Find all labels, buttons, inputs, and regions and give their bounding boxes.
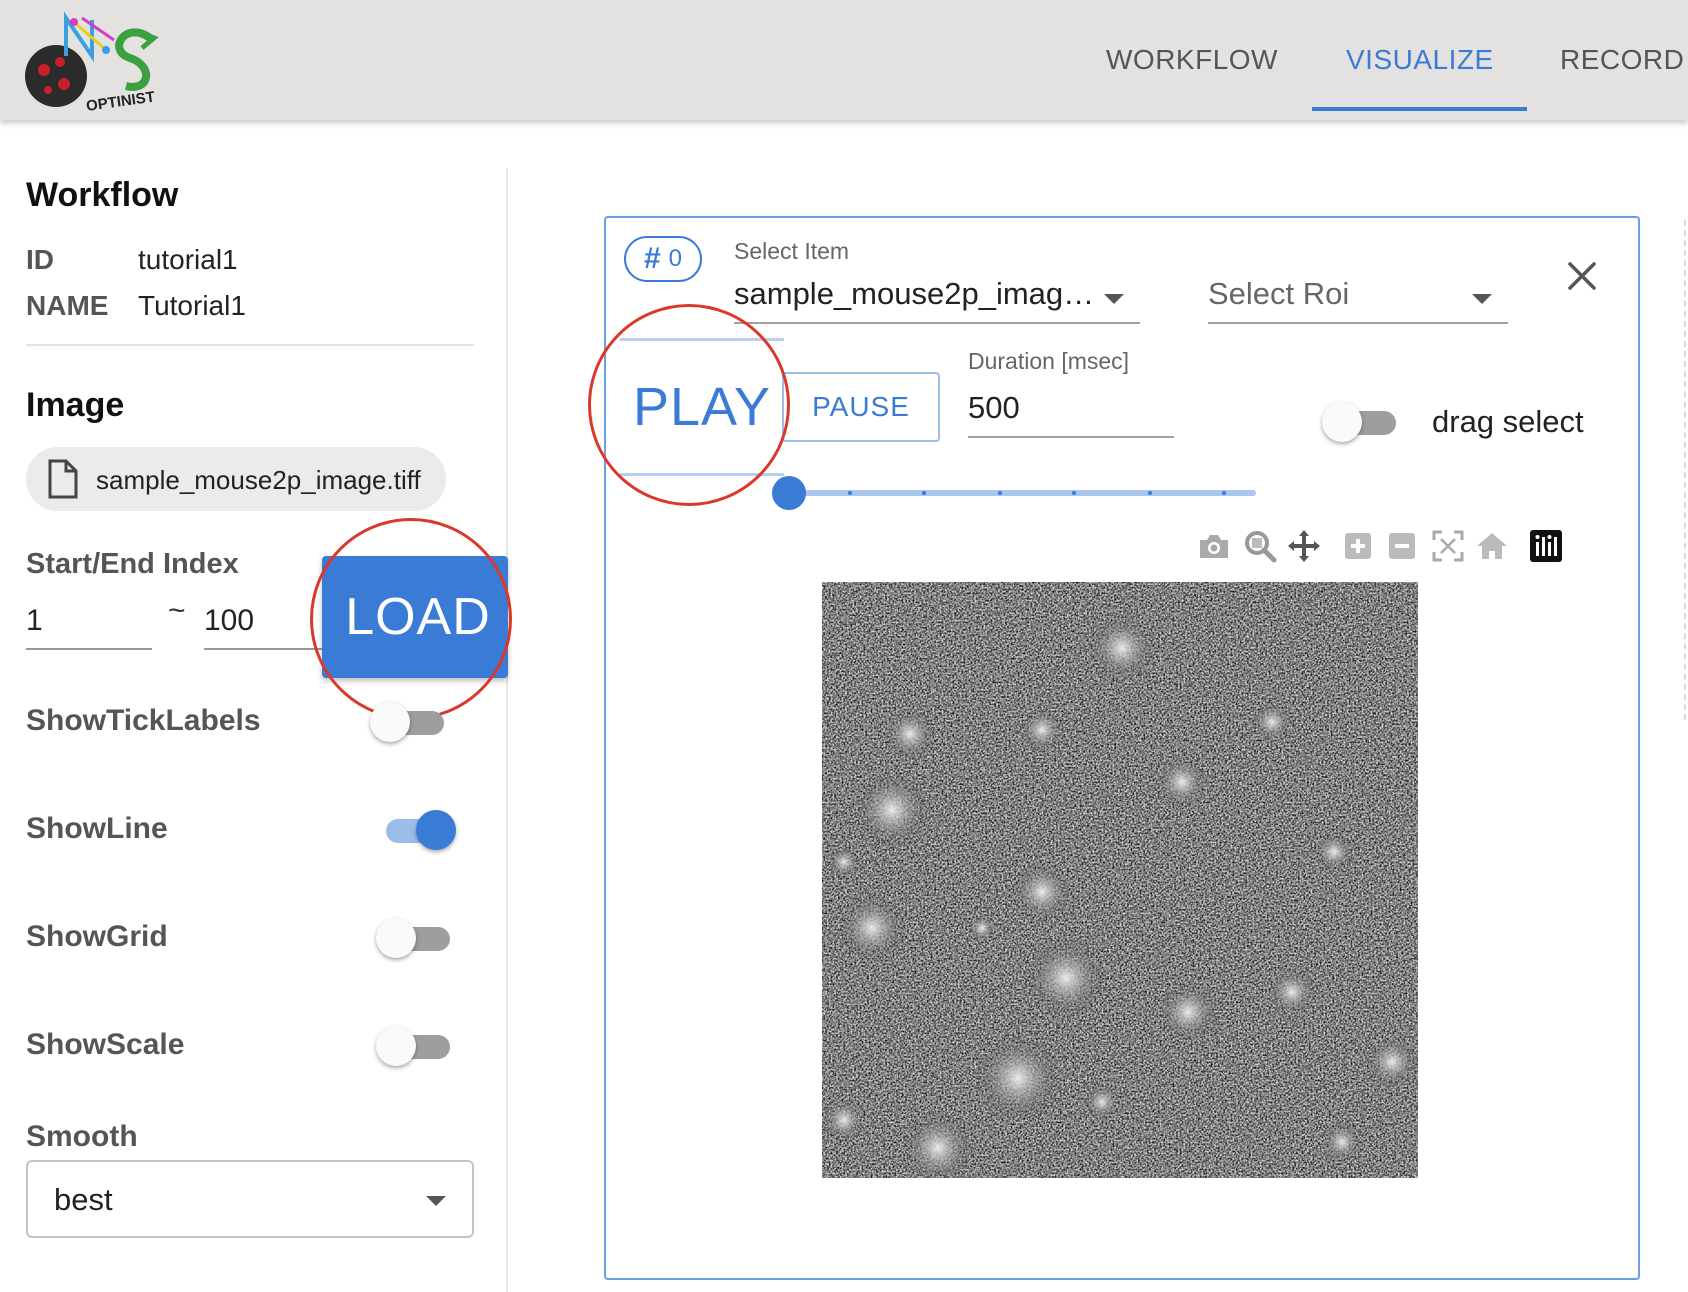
pause-button[interactable]: PAUSE [782, 372, 940, 442]
image-plot[interactable] [822, 582, 1418, 1178]
workflow-id-value: tutorial1 [138, 244, 238, 275]
workflow-id-key: ID [26, 244, 54, 275]
smooth-label: Smooth [26, 1120, 138, 1153]
item-number: 0 [668, 245, 683, 272]
toggle-showscale[interactable] [376, 1024, 456, 1068]
play-button[interactable]: PLAY [620, 338, 784, 476]
tab-workflow[interactable]: WORKFLOW [1106, 44, 1278, 76]
file-icon [44, 459, 80, 499]
tab-record[interactable]: RECORD [1560, 44, 1684, 76]
zoom-icon[interactable] [1242, 528, 1278, 564]
chevron-down-icon [1472, 294, 1492, 304]
scroll-edge-indicator [1684, 220, 1686, 720]
start-index-input[interactable]: 1 [26, 598, 152, 650]
toggle-showticklabels[interactable] [370, 700, 450, 744]
smooth-select[interactable]: best [26, 1160, 474, 1238]
option-label-showticklabels: ShowTickLabels [26, 704, 261, 737]
section-divider [26, 344, 474, 346]
select-item-dropdown[interactable]: sample_mouse2p_imag… [734, 266, 1140, 324]
slider-mark [1222, 491, 1226, 495]
option-label-showgrid: ShowGrid [26, 920, 168, 953]
autoscale-icon[interactable] [1430, 528, 1466, 564]
slider-mark [848, 491, 852, 495]
workflow-name-value: Tutorial1 [138, 290, 246, 321]
close-icon[interactable] [1566, 260, 1598, 292]
image-section-title: Image [26, 386, 125, 424]
slider-mark [998, 491, 1002, 495]
pan-icon[interactable] [1286, 528, 1322, 564]
toggle-showline[interactable] [376, 808, 456, 852]
camera-icon[interactable] [1196, 528, 1232, 564]
plotly-logo-icon[interactable] [1528, 528, 1564, 564]
slider-rail [772, 490, 1256, 496]
chevron-down-icon [426, 1196, 446, 1206]
select-roi-dropdown[interactable]: Select Roi [1208, 266, 1508, 324]
workflow-section-title: Workflow [26, 176, 179, 214]
hash-icon: # [643, 242, 661, 275]
reset-home-icon[interactable] [1474, 528, 1510, 564]
visualize-item-card[interactable]: # 0 Select Item sample_mouse2p_imag… Sel… [588, 216, 1640, 1280]
drag-select-toggle[interactable] [1322, 400, 1402, 444]
file-chip[interactable]: sample_mouse2p_image.tiff [26, 447, 446, 511]
drag-select-label: drag select [1432, 404, 1584, 439]
option-label-showline: ShowLine [26, 812, 168, 845]
slider-mark [922, 491, 926, 495]
slider-thumb[interactable] [772, 476, 806, 510]
select-roi-placeholder: Select Roi [1208, 276, 1350, 311]
duration-input[interactable]: 500 [968, 376, 1174, 438]
index-label: Start/End Index [26, 548, 239, 580]
logo-text: OPTINIST [85, 88, 156, 114]
smooth-select-value: best [54, 1182, 113, 1217]
load-button[interactable]: LOAD [322, 556, 508, 678]
active-tab-indicator [1312, 107, 1527, 111]
file-chip-label: sample_mouse2p_image.tiff [96, 465, 421, 495]
zoom-in-icon[interactable] [1340, 528, 1376, 564]
microscopy-frame [822, 582, 1418, 1178]
index-separator: ~ [168, 594, 186, 627]
workflow-name-key: NAME [26, 290, 109, 321]
duration-label: Duration [msec] [968, 348, 1130, 374]
frame-slider[interactable] [772, 472, 1256, 512]
chevron-down-icon [1104, 294, 1124, 304]
optinist-logo[interactable]: OPTINIST [22, 10, 182, 115]
zoom-out-icon[interactable] [1384, 528, 1420, 564]
select-item-label: Select Item [734, 238, 850, 264]
panel-divider [506, 168, 508, 1292]
slider-mark [1072, 491, 1076, 495]
select-item-value: sample_mouse2p_imag… [734, 276, 1095, 311]
tab-visualize[interactable]: VISUALIZE [1346, 44, 1494, 76]
slider-mark [1148, 491, 1152, 495]
item-number-badge: # 0 [624, 236, 702, 282]
toggle-showgrid[interactable] [376, 916, 456, 960]
app-header: OPTINIST WORKFLOW VISUALIZE RECORD [0, 0, 1688, 120]
end-index-input[interactable]: 100 [204, 598, 330, 650]
option-label-showscale: ShowScale [26, 1028, 185, 1061]
